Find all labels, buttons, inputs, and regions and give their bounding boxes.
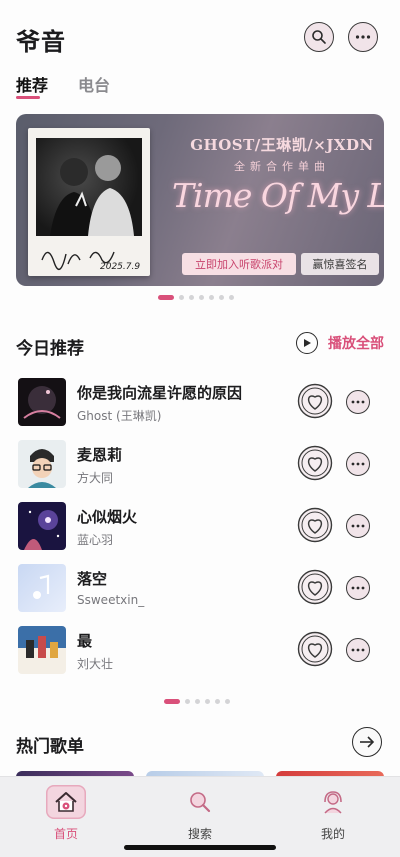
tab-home-label: 首页	[53, 827, 78, 841]
heart-icon[interactable]	[296, 444, 334, 482]
banner-subtitle: 全新合作单曲	[234, 160, 330, 173]
play-all-label: 播放全部	[328, 336, 384, 352]
banner-song-title: Time Of My Life	[172, 176, 384, 215]
album-cover	[18, 626, 66, 674]
song-artist: 蓝心羽	[77, 533, 114, 547]
artist-photo	[36, 138, 142, 236]
page-dot	[229, 295, 234, 300]
page-dot	[219, 295, 224, 300]
song-artist: Ghost (王琳凯)	[77, 409, 162, 423]
see-more-playlists-button[interactable]	[352, 727, 382, 757]
song-row[interactable]: 你是我向流星许愿的原因 Ghost (王琳凯)	[16, 378, 384, 428]
play-all-button[interactable]: 播放全部	[296, 331, 384, 355]
more-icon	[351, 462, 365, 466]
page-dot	[215, 699, 220, 704]
tab-recommend[interactable]: 推荐	[16, 72, 48, 96]
hot-playlists-title: 热门歌单	[16, 737, 84, 757]
page-dot	[179, 295, 184, 300]
home-indicator	[124, 845, 276, 850]
song-title: 最	[77, 632, 93, 650]
tab-mine[interactable]: 我的	[293, 785, 373, 841]
more-icon	[355, 35, 371, 39]
song-more-button[interactable]	[346, 390, 370, 414]
song-row[interactable]: 落空 Ssweetxin_	[16, 564, 384, 614]
signature-image: 2025.7.9	[41, 251, 140, 272]
polaroid-photo-card: 2025.7.9	[28, 128, 150, 276]
promo-banner[interactable]: 2025.7.9 GHOST/王琳凯/×JXDN 全新合作单曲 Time Of …	[16, 114, 384, 286]
song-row[interactable]: 最 刘大壮	[16, 626, 384, 676]
today-section-title: 今日推荐	[16, 339, 84, 359]
heart-icon[interactable]	[296, 630, 334, 668]
more-icon	[351, 524, 365, 528]
song-more-button[interactable]	[346, 452, 370, 476]
song-more-button[interactable]	[346, 576, 370, 600]
song-artist: 方大同	[77, 471, 114, 485]
search-icon	[312, 30, 326, 44]
tab-underline	[16, 96, 40, 99]
more-icon	[351, 586, 365, 590]
page-dot	[164, 699, 180, 704]
win-signature-button[interactable]: 赢惊喜签名	[301, 253, 379, 275]
page-dot	[225, 699, 230, 704]
song-title: 你是我向流星许愿的原因	[77, 384, 243, 402]
heart-icon[interactable]	[296, 568, 334, 606]
song-artist: Ssweetxin_	[77, 593, 145, 607]
song-title: 落空	[77, 570, 108, 588]
more-icon	[351, 400, 365, 404]
svg-text:2025.7.9: 2025.7.9	[100, 262, 140, 272]
banner-artist-line: GHOST/王琳凯/×JXDN	[190, 136, 374, 154]
join-party-button[interactable]: 立即加入听歌派对	[182, 253, 296, 275]
search-button[interactable]	[304, 22, 334, 52]
page-dot	[185, 699, 190, 704]
page-dot	[189, 295, 194, 300]
page-dot	[195, 699, 200, 704]
page-dot	[205, 699, 210, 704]
header: 爷音	[16, 18, 384, 58]
page-dot	[199, 295, 204, 300]
more-button[interactable]	[348, 22, 378, 52]
album-cover	[18, 502, 66, 550]
page-dot	[209, 295, 214, 300]
album-cover	[18, 440, 66, 488]
tab-mine-label: 我的	[320, 827, 345, 841]
home-icon	[46, 785, 86, 819]
more-icon	[351, 648, 365, 652]
song-title: 麦恩莉	[77, 446, 123, 464]
song-more-button[interactable]	[346, 638, 370, 662]
tab-search-label: 搜索	[187, 827, 212, 841]
app-title: 爷音	[16, 28, 66, 56]
songs-page-indicator	[164, 699, 230, 704]
search-icon	[180, 785, 220, 819]
song-title: 心似烟火	[77, 508, 138, 526]
song-more-button[interactable]	[346, 514, 370, 538]
heart-icon[interactable]	[296, 382, 334, 420]
banner-page-indicator	[158, 295, 234, 300]
song-artist: 刘大壮	[77, 657, 114, 671]
play-icon	[296, 332, 318, 354]
arrow-right-icon	[360, 736, 375, 748]
tab-search[interactable]: 搜索	[160, 785, 240, 841]
song-row[interactable]: 心似烟火 蓝心羽	[16, 502, 384, 552]
profile-icon	[313, 785, 353, 819]
album-cover	[18, 564, 66, 612]
song-row[interactable]: 麦恩莉 方大同	[16, 440, 384, 490]
heart-icon[interactable]	[296, 506, 334, 544]
album-cover	[18, 378, 66, 426]
tab-home[interactable]: 首页	[26, 785, 106, 841]
tab-radio[interactable]: 电台	[78, 72, 110, 96]
page-dot	[158, 295, 174, 300]
